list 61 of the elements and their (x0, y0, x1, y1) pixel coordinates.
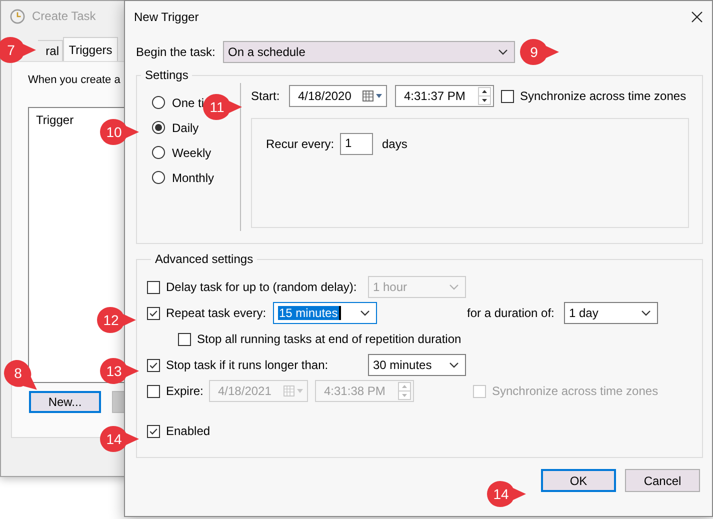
radio-label: Weekly (172, 146, 212, 160)
checkbox[interactable] (147, 306, 160, 320)
checkbox[interactable] (147, 424, 160, 438)
new-button[interactable]: New... (29, 391, 101, 413)
recur-label: Recur every: (266, 137, 336, 151)
unit-label: days (382, 137, 408, 151)
tab[interactable]: ral (38, 40, 63, 61)
chevron-down-icon (641, 310, 651, 316)
radio-button[interactable] (152, 146, 165, 159)
recur-input[interactable]: 1 (340, 133, 373, 155)
time-picker[interactable]: 4:31:37 PM (395, 85, 494, 107)
start-label: Start: (251, 89, 281, 103)
callout-marker: 14 (100, 426, 140, 452)
repeat-dropdown[interactable]: 15 minutes (273, 302, 377, 324)
callout-marker: 14 (487, 481, 527, 507)
column-header: Trigger (36, 113, 75, 127)
window-title: Create Task (32, 9, 96, 23)
radio-label: Monthly (172, 170, 214, 184)
checkbox[interactable] (147, 358, 160, 372)
checkbox-label: Stop all running tasks at end of repetition duration (197, 332, 462, 346)
chevron-down-icon (449, 362, 459, 368)
radio-button[interactable] (152, 171, 165, 184)
checkbox-label: Repeat task every: (166, 306, 266, 320)
description-text: When you create a (28, 74, 122, 86)
chevron-down-icon (498, 49, 508, 55)
group-title: Advanced settings (154, 252, 254, 266)
radio-button[interactable] (152, 121, 165, 134)
callout-marker: 9 (520, 39, 560, 65)
duration-dropdown[interactable]: 1 day (564, 302, 658, 324)
checkbox[interactable] (501, 90, 514, 102)
clock-icon (10, 8, 25, 24)
callout-marker: 7 (0, 37, 37, 63)
duration-label: for a duration of: (467, 306, 556, 320)
group-title: Settings (144, 68, 190, 82)
callout-marker: 11 (203, 94, 243, 120)
callout-marker: 13 (100, 358, 140, 384)
calendar-icon[interactable] (362, 90, 384, 102)
checkbox-label: Delay task for up to (random delay): (166, 280, 357, 294)
begin-task-label: Begin the task: (136, 45, 216, 59)
ok-button[interactable]: OK (541, 469, 616, 492)
cancel-button[interactable]: Cancel (625, 469, 700, 492)
date-picker[interactable]: 4/18/2020 (289, 85, 387, 107)
chevron-down-icon (360, 310, 370, 316)
radio-label: One ti (172, 96, 204, 110)
checkbox-label: Synchronize across time zones (492, 384, 658, 398)
chevron-down-icon (449, 284, 459, 290)
close-icon[interactable] (691, 11, 703, 23)
radio-label: Daily (172, 120, 199, 134)
stop-after-dropdown[interactable]: 30 minutes (368, 354, 466, 376)
callout-marker: 12 (97, 307, 137, 333)
callout-marker: 10 (100, 119, 140, 145)
begin-task-dropdown[interactable]: On a schedule (223, 41, 515, 63)
radio-button[interactable] (152, 96, 165, 109)
spinner-icon[interactable] (478, 87, 491, 105)
tab[interactable]: Triggers (63, 37, 118, 61)
dialog-title: New Trigger (134, 10, 199, 24)
checkbox-label: Expire: (166, 384, 204, 398)
checkbox-label: Synchronize across time zones (520, 89, 686, 103)
checkbox-label: Enabled (166, 424, 210, 438)
checkbox-label: Stop task if it runs longer than: (166, 358, 328, 372)
checkbox[interactable] (178, 332, 191, 346)
